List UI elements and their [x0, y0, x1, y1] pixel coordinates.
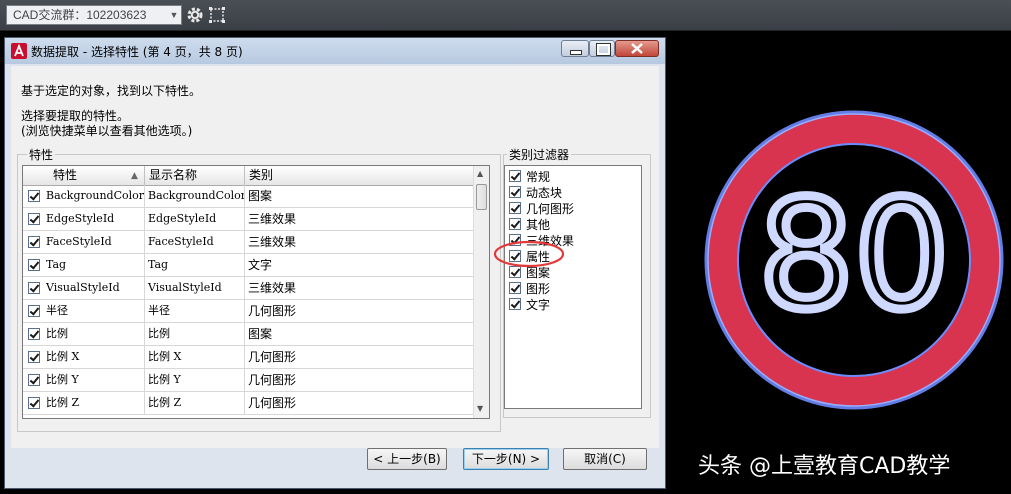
group-combo-value: CAD交流群：102203623 [13, 8, 147, 22]
cell-display-name: 比例 [145, 323, 245, 345]
cell-property: 比例 [23, 323, 145, 345]
scroll-down-arrow-icon[interactable]: ▼ [477, 404, 483, 413]
back-button[interactable]: < 上一步(B) [367, 448, 447, 470]
scroll-up-arrow-icon[interactable]: ▲ [477, 169, 483, 178]
cell-property: EdgeStyleId [23, 208, 145, 230]
scroll-thumb[interactable] [476, 184, 487, 210]
autocad-logo-icon [11, 43, 27, 59]
cancel-button[interactable]: 取消(C) [563, 448, 647, 470]
close-icon [631, 43, 643, 54]
table-row[interactable]: EdgeStyleId EdgeStyleId 三维效果 [23, 208, 475, 231]
filter-checkbox[interactable] [509, 186, 521, 198]
cell-category: 图案 [245, 185, 475, 207]
cell-display-name: Tag [145, 254, 245, 276]
table-row[interactable]: FaceStyleId FaceStyleId 三维效果 [23, 231, 475, 254]
dialog-titlebar[interactable]: 数据提取 - 选择特性 (第 4 页，共 8 页) [5, 38, 665, 64]
properties-group-label: 特性 [27, 146, 56, 163]
filter-label: 常规 [526, 170, 551, 184]
cell-property: 比例 Z [23, 392, 145, 414]
filter-label: 文字 [526, 298, 551, 312]
category-filter-list[interactable]: 常规 动态块 几何图形 其他 三维效果 属性 图案 图形 文字 [504, 165, 642, 409]
cell-display-name: 比例 Z [145, 392, 245, 414]
cell-property: VisualStyleId [23, 277, 145, 299]
table-row[interactable]: BackgroundColor BackgroundColor 图案 [23, 185, 475, 208]
column-header-category[interactable]: 类别 [245, 166, 475, 185]
properties-list[interactable]: 特性 ▲ 显示名称 类别 BackgroundColor BackgroundCo… [22, 165, 490, 419]
cell-property: 半径 [23, 300, 145, 322]
table-row[interactable]: 比例 Y 比例 Y 几何图形 [23, 369, 475, 392]
filter-checkbox[interactable] [509, 298, 521, 310]
gear-icon[interactable] [186, 6, 204, 24]
table-row[interactable]: VisualStyleId VisualStyleId 三维效果 [23, 277, 475, 300]
table-row[interactable]: 比例 X 比例 X 几何图形 [23, 346, 475, 369]
sort-ascending-icon: ▲ [131, 171, 138, 181]
watermark: 头条 @上壹教育CAD教学 [698, 454, 951, 479]
speed-limit-sign: 80 [704, 110, 1004, 410]
cell-category: 文字 [245, 254, 475, 276]
cell-category: 几何图形 [245, 346, 475, 368]
minimize-icon [570, 50, 582, 55]
cell-display-name: VisualStyleId [145, 277, 245, 299]
cell-display-name: 比例 Y [145, 369, 245, 391]
cell-category: 三维效果 [245, 208, 475, 230]
table-row[interactable]: 半径 半径 几何图形 [23, 300, 475, 323]
filter-checkbox[interactable] [509, 202, 521, 214]
table-row[interactable]: Tag Tag 文字 [23, 254, 475, 277]
list-header: 特性 ▲ 显示名称 类别 [23, 166, 475, 186]
filter-checkbox[interactable] [509, 218, 521, 230]
close-button[interactable] [615, 40, 659, 57]
cell-display-name: 比例 X [145, 346, 245, 368]
filter-group-label: 类别过滤器 [507, 146, 572, 163]
filter-checkbox[interactable] [509, 170, 521, 182]
cell-category: 几何图形 [245, 392, 475, 414]
table-row[interactable]: 比例 比例 图案 [23, 323, 475, 346]
cell-property: 比例 Y [23, 369, 145, 391]
group-combo[interactable]: CAD交流群：102203623 ▼ [6, 5, 182, 25]
maximize-icon [596, 43, 611, 56]
chevron-down-icon[interactable]: ▼ [167, 6, 181, 24]
select-frame-icon[interactable] [208, 6, 226, 24]
list-scrollbar[interactable]: ▲ ▼ [473, 166, 489, 418]
maximize-button[interactable] [589, 40, 615, 57]
speed-limit-number: 80 [759, 169, 950, 343]
intro-text: 基于选定的对象，找到以下特性。 [21, 84, 202, 98]
cell-category: 图案 [245, 323, 475, 345]
top-toolbar: CAD交流群：102203623 ▼ [0, 0, 1011, 31]
column-header-property[interactable]: 特性 [23, 166, 145, 185]
cell-property: 比例 X [23, 346, 145, 368]
cell-category: 几何图形 [245, 369, 475, 391]
cell-display-name: BackgroundColor [145, 185, 245, 207]
filter-label: 其他 [526, 218, 551, 232]
highlight-ellipse [493, 240, 565, 268]
column-header-display-name[interactable]: 显示名称 [145, 166, 245, 185]
table-row[interactable]: 比例 Z 比例 Z 几何图形 [23, 392, 475, 415]
cell-display-name: FaceStyleId [145, 231, 245, 253]
filter-label: 几何图形 [526, 202, 575, 216]
next-button[interactable]: 下一步(N) > [463, 448, 549, 470]
cell-property: Tag [23, 254, 145, 276]
cell-display-name: EdgeStyleId [145, 208, 245, 230]
minimize-button[interactable] [561, 40, 589, 57]
filter-checkbox[interactable] [509, 282, 521, 294]
cell-category: 几何图形 [245, 300, 475, 322]
instruction-hint: (浏览快捷菜单以查看其他选项。) [21, 124, 193, 138]
cell-category: 三维效果 [245, 277, 475, 299]
filter-label: 图形 [526, 282, 551, 296]
filter-label: 动态块 [526, 186, 563, 200]
cell-category: 三维效果 [245, 231, 475, 253]
cell-property: FaceStyleId [23, 231, 145, 253]
dialog-title: 数据提取 - 选择特性 (第 4 页，共 8 页) [31, 45, 243, 59]
cell-display-name: 半径 [145, 300, 245, 322]
cell-property: BackgroundColor [23, 185, 145, 207]
